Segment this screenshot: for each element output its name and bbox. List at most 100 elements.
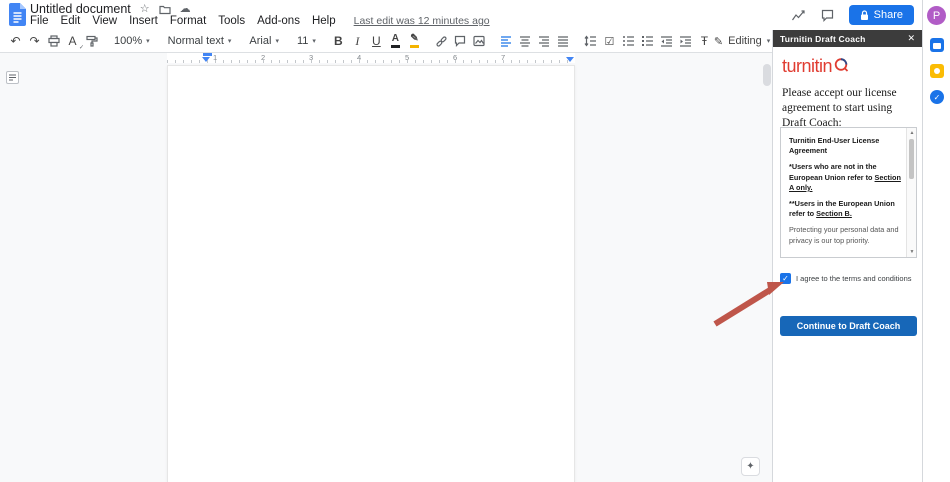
bulleted-list-icon	[622, 35, 635, 47]
cloud-status-icon: ☁	[180, 4, 191, 15]
license-scrollbar[interactable]: ▲ ▼	[906, 128, 916, 257]
scroll-up-icon[interactable]: ▲	[908, 130, 916, 136]
font-size-select[interactable]: 11 ▾	[292, 35, 321, 47]
text-color-button[interactable]: A	[386, 32, 405, 51]
move-folder-icon[interactable]	[159, 4, 171, 15]
menu-help[interactable]: Help	[306, 15, 342, 27]
close-icon[interactable]: ✕	[907, 33, 915, 44]
explore-icon: ✦	[746, 461, 754, 472]
menu-addons[interactable]: Add-ons	[251, 15, 306, 27]
license-paragraph-1: *Users who are not in the European Union…	[789, 162, 903, 193]
text-color-icon: A	[391, 34, 400, 48]
insert-image-button[interactable]	[470, 32, 489, 51]
document-outline-icon[interactable]	[6, 71, 19, 84]
agree-checkbox[interactable]: ✓	[780, 273, 791, 284]
document-canvas: ✦	[0, 63, 772, 482]
underline-button[interactable]: U	[367, 32, 386, 51]
ruler-mark: 5	[405, 53, 409, 62]
sidebar-title: Turnitin Draft Coach	[780, 34, 866, 44]
insert-link-button[interactable]	[432, 32, 451, 51]
menu-insert[interactable]: Insert	[123, 15, 164, 27]
continue-button[interactable]: Continue to Draft Coach	[780, 316, 917, 336]
print-icon	[48, 35, 60, 47]
styles-value: Normal text	[168, 35, 224, 47]
document-title[interactable]: Untitled document	[30, 2, 131, 16]
titlebar-actions: Share	[791, 5, 914, 25]
calendar-icon-page	[933, 43, 941, 49]
explore-button[interactable]: ✦	[741, 457, 760, 476]
checklist-button[interactable]: ☑	[600, 32, 619, 51]
first-line-indent-marker[interactable]	[203, 53, 212, 56]
italic-button[interactable]: I	[348, 32, 367, 51]
justify-button[interactable]	[554, 32, 573, 51]
bold-button[interactable]: B	[329, 32, 348, 51]
paint-format-button[interactable]	[82, 32, 101, 51]
undo-button[interactable]: ↶	[6, 32, 25, 51]
right-indent-marker[interactable]	[566, 57, 574, 62]
image-icon	[473, 35, 485, 47]
chevron-down-icon: ▾	[228, 37, 232, 45]
editing-mode-select[interactable]: ✎ Editing ▾	[714, 35, 770, 48]
vertical-scrollbar[interactable]	[763, 64, 771, 86]
decrease-indent-button[interactable]	[657, 32, 676, 51]
bulleted-list-button[interactable]	[619, 32, 638, 51]
menu-format[interactable]: Format	[164, 15, 212, 27]
license-scrollbar-thumb[interactable]	[909, 139, 914, 179]
tasks-icon[interactable]: ✓	[930, 90, 944, 104]
menu-file[interactable]: File	[24, 15, 55, 27]
calendar-icon[interactable]	[930, 38, 944, 52]
zoom-select[interactable]: 100% ▾	[109, 35, 155, 47]
checkmark-icon: ✓	[782, 274, 789, 283]
chevron-down-icon: ▾	[146, 37, 150, 45]
lock-icon	[860, 10, 869, 21]
menu-view[interactable]: View	[86, 15, 123, 27]
font-select[interactable]: Arial ▾	[244, 35, 284, 47]
numbered-list-button[interactable]	[638, 32, 657, 51]
document-page[interactable]	[167, 65, 575, 482]
share-button[interactable]: Share	[849, 5, 914, 25]
print-button[interactable]	[44, 32, 63, 51]
align-center-icon	[519, 35, 531, 47]
menu-tools[interactable]: Tools	[212, 15, 251, 27]
font-size-value: 11	[297, 35, 308, 47]
left-indent-marker[interactable]	[202, 57, 210, 62]
ruler-mark: 6	[453, 53, 457, 62]
avatar[interactable]: P	[927, 6, 946, 25]
scroll-down-icon[interactable]: ▼	[908, 249, 916, 255]
line-spacing-button[interactable]	[581, 32, 600, 51]
justify-icon	[557, 35, 569, 47]
menubar: File Edit View Insert Format Tools Add-o…	[24, 15, 490, 27]
chevron-down-icon: ▾	[767, 37, 771, 45]
section-b-link[interactable]: Section B.	[816, 209, 852, 218]
keep-icon[interactable]	[930, 64, 944, 78]
highlight-icon: ✎	[410, 34, 419, 48]
clear-formatting-button[interactable]: Ŧ	[695, 32, 714, 51]
star-icon[interactable]: ☆	[140, 4, 150, 15]
spell-check-button[interactable]: A ✓	[63, 32, 82, 51]
side-panel-strip: P ✓	[922, 0, 950, 482]
highlight-color-button[interactable]: ✎	[405, 32, 424, 51]
link-icon	[435, 35, 448, 48]
keep-icon-bulb	[934, 68, 940, 74]
license-paragraph-3: Protecting your personal data and privac…	[789, 225, 903, 245]
decrease-indent-icon	[660, 35, 673, 47]
align-right-button[interactable]	[535, 32, 554, 51]
last-edit-link[interactable]: Last edit was 12 minutes ago	[354, 15, 490, 27]
increase-indent-button[interactable]	[676, 32, 695, 51]
license-agreement-box[interactable]: Turnitin End-User License Agreement *Use…	[780, 127, 917, 258]
styles-select[interactable]: Normal text ▾	[163, 35, 237, 47]
add-comment-button[interactable]	[451, 32, 470, 51]
license-p1-text: *Users who are not in the European Union…	[789, 162, 877, 181]
menu-edit[interactable]: Edit	[55, 15, 87, 27]
align-right-icon	[538, 35, 550, 47]
align-center-button[interactable]	[516, 32, 535, 51]
comments-icon[interactable]	[821, 9, 834, 22]
ruler-mark: 1	[213, 53, 217, 62]
redo-button[interactable]: ↷	[25, 32, 44, 51]
ruler: 1 2 3 4 5 6 7	[0, 53, 772, 63]
insights-icon[interactable]	[791, 8, 806, 22]
zoom-value: 100%	[114, 35, 142, 47]
numbered-list-icon	[641, 35, 654, 47]
align-left-button[interactable]	[497, 32, 516, 51]
increase-indent-icon	[679, 35, 692, 47]
